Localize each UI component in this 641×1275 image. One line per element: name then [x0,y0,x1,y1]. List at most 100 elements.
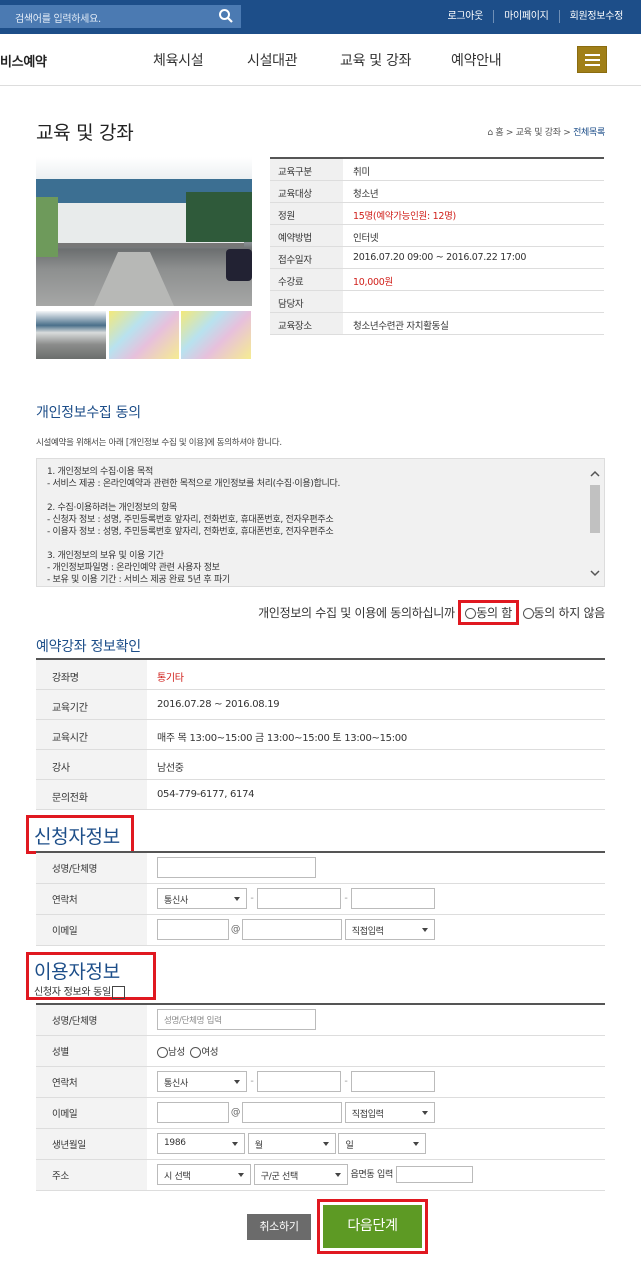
privacy-terms-box[interactable]: 1. 개인정보의 수집·이용 목적 - 서비스 제공 : 온라인예약과 관련한 목… [36,458,605,587]
facility-photo [36,157,252,306]
applicant-email-id-input[interactable] [157,919,229,940]
course-info-table: 교육구분 취미 교육대상 청소년 정원 15명(예약가능인원: 12명) 예약방법 인터넷 접수… [270,157,604,335]
course-info-row: 교육장소 청소년수련관 자치활동실 [270,313,604,335]
privacy-intro: 시설예약을 위해서는 아래 [개인정보 수집 및 이용]에 동의하셔야 합니다. [36,438,282,448]
course-info-value: 취미 [353,167,370,178]
course-info-value: 청소년 [353,189,379,200]
terms-line: 1. 개인정보의 수집·이용 목적 [47,467,154,477]
city-select[interactable]: 시 선택 [157,1164,251,1185]
breadcrumb-home[interactable]: 홈 [495,128,503,138]
terms-line: - 이용자 정보 : 성명, 주민등록번호 앞자리, 전화번호, 휴대폰번호, … [47,527,334,537]
female-radio[interactable] [190,1046,202,1058]
birth-year-select[interactable]: 1986 [157,1133,245,1154]
edit-profile-link[interactable]: 회원정보수정 [558,10,633,23]
applicant-email-domain-select[interactable]: 직접입력 [344,919,435,940]
at-sign: @ [230,1107,241,1118]
search-input[interactable]: 검색어를 입력하세요. [15,10,101,25]
course-info-row: 담당자 [270,291,604,313]
course-info-row: 수강료 10,000원 [270,269,604,291]
user-carrier-select[interactable]: 통신사 [157,1071,247,1092]
male-radio[interactable] [157,1046,168,1058]
applicant-phone-mid-input[interactable] [257,888,341,909]
mypage-link[interactable]: 마이페이지 [493,10,559,23]
lecture-info-value: 통기타 [157,673,184,684]
district-select[interactable]: 구/군 선택 [253,1164,348,1185]
breadcrumb-education[interactable]: 교육 및 강좌 [516,128,561,138]
course-info-row: 정원 15명(예약가능인원: 12명) [270,203,604,225]
terms-line: - 보유 및 이용 기간 : 서비스 제공 완료 5년 후 파기 [47,575,230,585]
male-label[interactable]: 남성 [168,1047,185,1058]
applicant-email-domain-input[interactable] [242,919,342,940]
terms-line: - 서비스 제공 : 온라인예약과 관련한 목적으로 개인정보를 처리(수집·이… [47,479,341,489]
photo-thumbnail-2[interactable] [109,311,179,359]
user-phone-label: 연락처 [36,1066,147,1098]
nav-education[interactable]: 교육 및 강좌 [340,50,412,70]
at-sign: @ [230,924,241,935]
search-icon[interactable] [218,8,234,24]
home-icon[interactable]: ⌂ [487,128,493,138]
birth-month-select[interactable]: 월 [247,1133,336,1154]
lecture-info-value: 매주 목 13:00~15:00 금 13:00~15:00 토 13:00~1… [157,733,407,744]
course-info-value: 15명(예약가능인원: 12명) [353,211,456,222]
privacy-question: 개인정보의 수집 및 이용에 동의하십니까 [258,606,455,620]
terms-scrollbar[interactable] [588,467,602,581]
disagree-radio[interactable] [522,608,534,619]
town-input[interactable] [395,1166,473,1183]
logout-link[interactable]: 로그아웃 [437,10,493,23]
privacy-section-title: 개인정보수집 동의 [36,405,141,421]
course-info-label: 교육대상 [270,181,343,202]
hamburger-menu-icon[interactable] [577,46,607,73]
lecture-info-row: 강좌명 통기타 [36,660,605,690]
nav-reservation-guide[interactable]: 예약안내 [451,50,502,70]
site-brand[interactable]: 비스예약 [0,51,47,70]
page-title: 교육 및 강좌 [36,122,134,144]
user-phone-last-input[interactable] [351,1071,435,1092]
lecture-info-label: 교육시간 [36,720,147,749]
disagree-label[interactable]: 동의 하지 않음 [534,606,606,620]
same-as-applicant[interactable]: 신청자 정보와 동일 [34,983,125,999]
nav-sports-facilities[interactable]: 체육시설 [153,50,204,70]
agree-radio[interactable] [465,608,477,619]
applicant-phone-last-input[interactable] [351,888,435,909]
cancel-button[interactable]: 취소하기 [247,1214,311,1240]
lecture-info-row: 강사 남선중 [36,750,605,780]
applicant-section-title: 신청자정보 [34,826,120,848]
user-email-id-input[interactable] [157,1102,229,1123]
user-phone-mid-input[interactable] [257,1071,341,1092]
course-info-value: 10,000원 [353,277,393,288]
user-name-input[interactable]: 성명/단체명 입력 [157,1009,316,1031]
course-info-label: 접수일자 [270,247,343,268]
course-info-value: 청소년수련관 자치활동실 [353,321,449,332]
lecture-section-title: 예약강좌 정보확인 [36,639,141,655]
photo-thumbnail-1[interactable] [36,311,106,359]
user-form: 성명/단체명 성명/단체명 입력 성별 남성 여성 연락처 통신사 - - 이메일 @ 직접… [36,1003,605,1191]
user-name-label: 성명/단체명 [36,1004,147,1036]
birth-day-select[interactable]: 일 [338,1133,427,1154]
top-links: 로그아웃 마이페이지 회원정보수정 [437,10,633,23]
search-box[interactable]: 검색어를 입력하세요. [0,5,241,28]
lecture-info-label: 교육기간 [36,690,147,719]
lecture-info-row: 교육시간 매주 목 13:00~15:00 금 13:00~15:00 토 13:… [36,720,605,750]
applicant-name-input[interactable] [157,857,316,879]
course-info-value [343,291,353,312]
lecture-info-label: 강좌명 [36,660,147,689]
same-as-applicant-checkbox[interactable] [111,985,125,999]
terms-line: - 신청자 정보 : 성명, 주민등록번호 앞자리, 전화번호, 휴대폰번호, … [47,515,334,525]
lecture-info-value: 2016.07.28 ~ 2016.08.19 [157,699,280,710]
applicant-phone-label: 연락처 [36,883,147,915]
breadcrumb-current[interactable]: 전체목록 [573,128,605,138]
agree-label[interactable]: 동의 함 [476,606,512,620]
terms-line: 2. 수집·이용하려는 개인정보의 항목 [47,503,177,513]
main-nav [0,34,641,86]
applicant-carrier-select[interactable]: 통신사 [157,888,247,909]
user-birth-label: 생년월일 [36,1128,147,1160]
next-step-button[interactable]: 다음단계 [323,1205,422,1248]
female-label[interactable]: 여성 [201,1047,218,1058]
photo-thumbnail-3[interactable] [181,311,251,359]
terms-line [47,490,580,502]
course-info-value: 2016.07.20 09:00 ~ 2016.07.22 17:00 [353,252,527,263]
nav-facility-rental[interactable]: 시설대관 [247,50,298,70]
agree-option[interactable]: 동의 함 [458,600,519,625]
user-email-domain-select[interactable]: 직접입력 [344,1102,435,1123]
user-email-domain-input[interactable] [242,1102,342,1123]
